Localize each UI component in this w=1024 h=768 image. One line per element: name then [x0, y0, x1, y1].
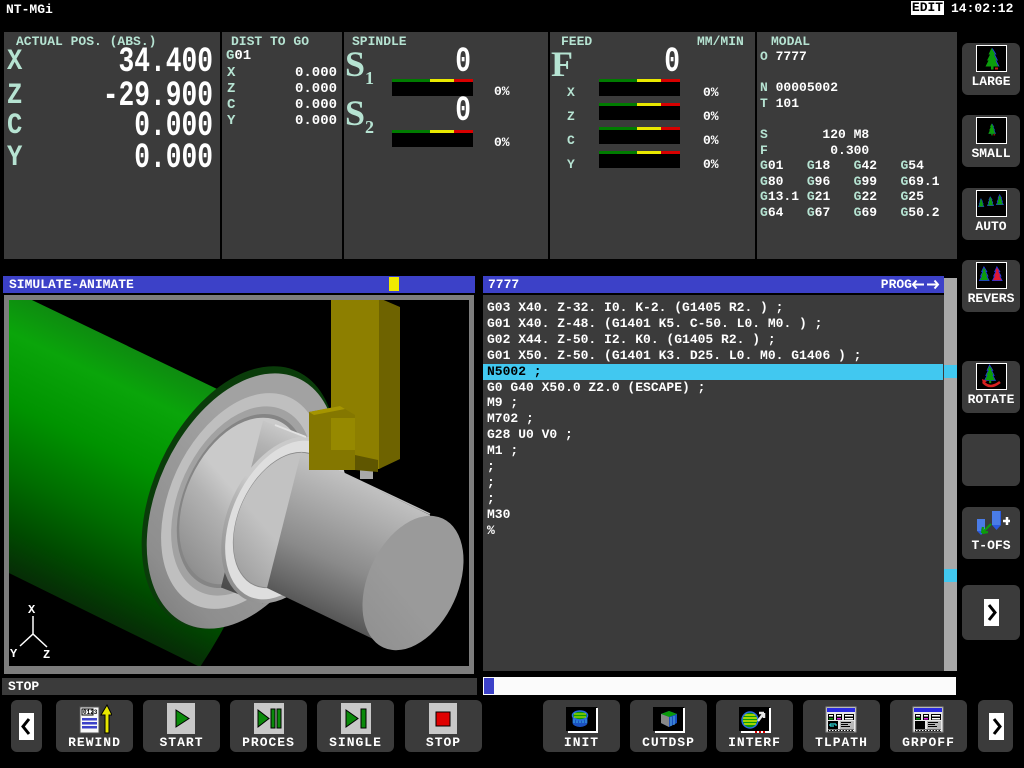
svg-text:Y: Y: [10, 647, 18, 661]
svg-text:0123: 0123: [83, 709, 98, 716]
svg-text:Z: Z: [43, 648, 50, 662]
svg-text:X: X: [28, 603, 36, 617]
